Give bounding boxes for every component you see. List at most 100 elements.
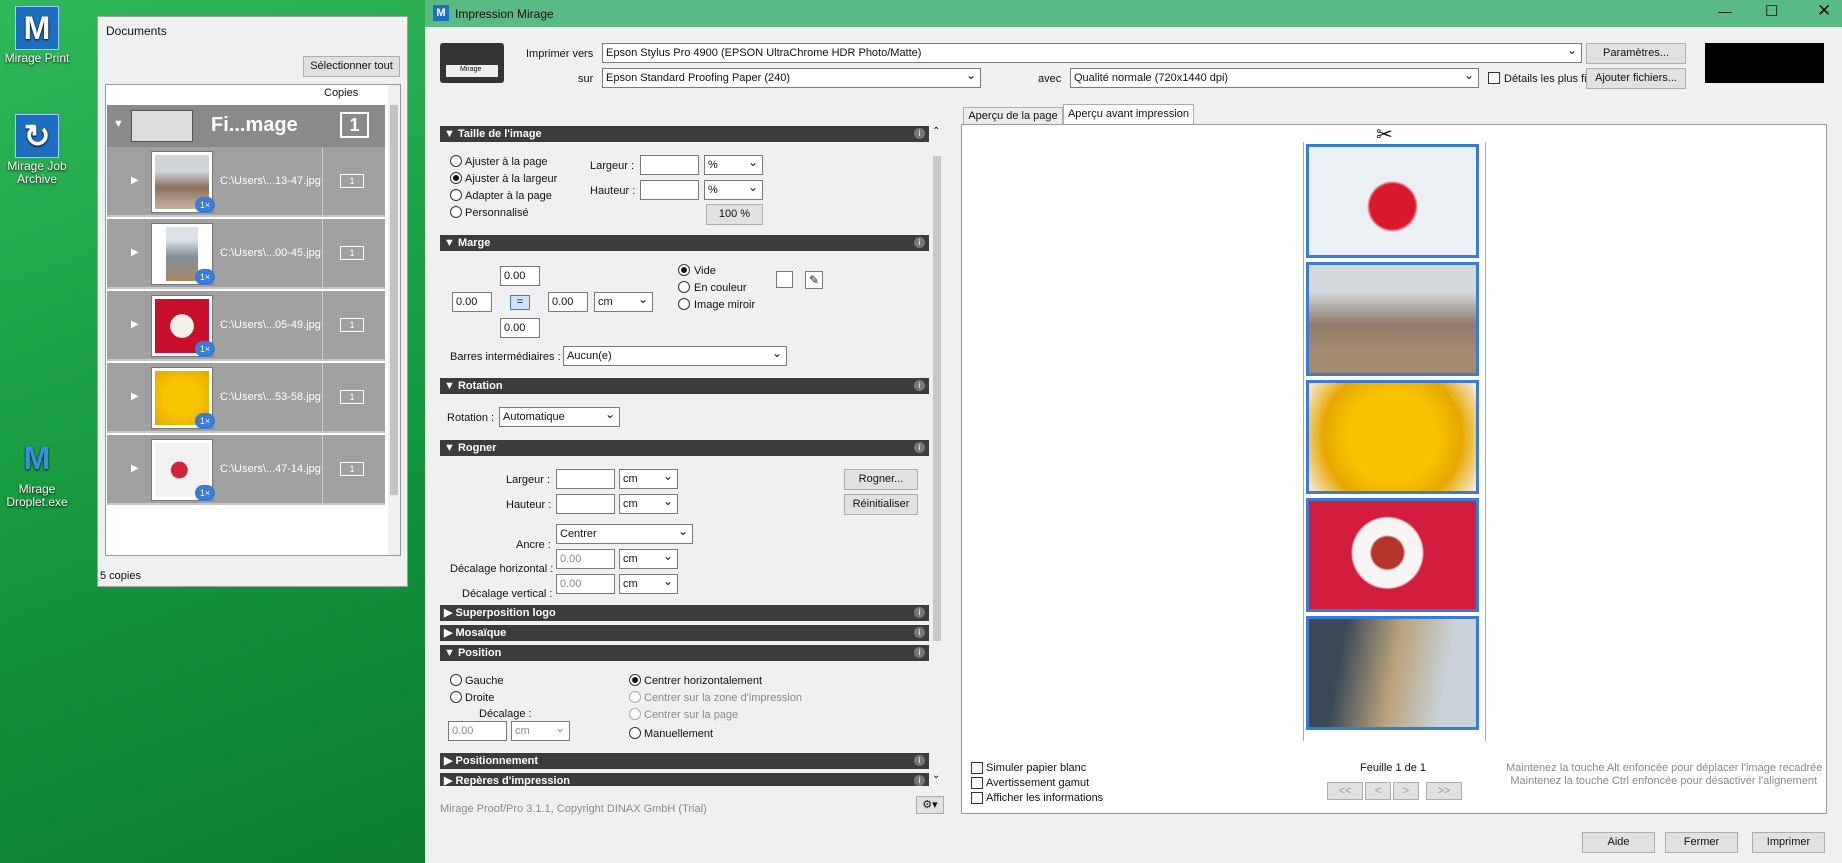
close-button[interactable]: Fermer	[1665, 832, 1738, 853]
margin-right-input[interactable]: 0.00	[548, 292, 588, 312]
info-icon[interactable]: i	[914, 647, 925, 658]
select-all-button[interactable]: Sélectionner tout	[303, 56, 400, 77]
width-input[interactable]	[640, 155, 699, 175]
simulate-paper-checkbox[interactable]	[971, 762, 983, 774]
section-placement[interactable]: ▶ Positionnement i	[440, 753, 929, 769]
info-icon[interactable]: i	[914, 627, 925, 638]
list-item[interactable]: ▶ 1× C:\Users\...00-45.jpg 1	[107, 219, 385, 289]
preview-image-mountains[interactable]	[1306, 262, 1479, 376]
margin-bottom-input[interactable]: 0.00	[500, 318, 540, 338]
copy-count[interactable]: 1	[340, 318, 364, 332]
quality-select[interactable]: Qualité normale (720x1440 dpi)	[1070, 68, 1479, 88]
next-page-button[interactable]: >	[1393, 782, 1419, 800]
radio-left[interactable]	[450, 674, 462, 686]
print-button[interactable]: Imprimer	[1752, 832, 1825, 853]
v-offset-input[interactable]: 0.00	[556, 574, 615, 594]
preview-image-coast[interactable]	[1306, 616, 1479, 730]
margin-top-input[interactable]: 0.00	[500, 266, 540, 286]
info-icon[interactable]: i	[914, 128, 925, 139]
h-offset-input[interactable]: 0.00	[556, 549, 615, 569]
section-image-size[interactable]: ▼ Taille de l'image i	[440, 126, 929, 142]
radio-color[interactable]	[678, 281, 690, 293]
margin-unit-select[interactable]: cm	[594, 292, 653, 312]
copy-count[interactable]: 1	[340, 390, 364, 404]
fine-detail-checkbox[interactable]	[1488, 72, 1500, 84]
margin-color-swatch[interactable]	[776, 271, 793, 288]
crop-height-input[interactable]	[556, 494, 615, 514]
maximize-icon[interactable]: ☐	[1765, 2, 1778, 20]
info-icon[interactable]: i	[914, 607, 925, 618]
scrollbar-thumb[interactable]	[390, 105, 398, 495]
show-info-checkbox[interactable]	[971, 792, 983, 804]
section-mosaic[interactable]: ▶ Mosaïque i	[440, 625, 929, 641]
scroll-down-icon[interactable]: ⌄	[932, 770, 940, 781]
radio-right[interactable]	[450, 691, 462, 703]
crop-height-unit[interactable]: cm	[619, 494, 678, 514]
eyedropper-icon[interactable]: ✎	[805, 271, 823, 289]
info-icon[interactable]: i	[914, 237, 925, 248]
position-offset-input[interactable]: 0.00	[448, 721, 507, 741]
copy-count[interactable]: 1	[340, 174, 364, 188]
scale-100-button[interactable]: 100 %	[706, 204, 763, 225]
add-files-button[interactable]: Ajouter fichiers...	[1586, 68, 1686, 89]
desktop-icon-mirage-print[interactable]: M Mirage Print	[2, 6, 72, 65]
expand-triangle-icon[interactable]: ▶	[131, 247, 139, 258]
list-item[interactable]: ▶ 1× C:\Users\...53-58.jpg 1	[107, 363, 385, 433]
desktop-icon-mirage-droplet[interactable]: M Mirage Droplet.exe	[2, 437, 72, 509]
radio-adapt-page[interactable]	[450, 189, 462, 201]
section-crop[interactable]: ▼ Rogner i	[440, 440, 929, 456]
list-item[interactable]: ▶ 1× C:\Users\...47-14.jpg 1	[107, 435, 385, 505]
height-input[interactable]	[640, 180, 699, 200]
crop-width-unit[interactable]: cm	[619, 469, 678, 489]
list-item[interactable]: ▶ 1× C:\Users\...13-47.jpg 1	[107, 147, 385, 217]
copy-count[interactable]: 1	[340, 462, 364, 476]
preview-image-yellow[interactable]	[1306, 380, 1479, 494]
expand-triangle-icon[interactable]: ▶	[131, 463, 139, 474]
list-scrollbar[interactable]	[388, 85, 400, 555]
group-row[interactable]: ▼ Fi...mage 1	[107, 105, 385, 147]
info-icon[interactable]: i	[914, 380, 925, 391]
preview-image-strawberry[interactable]	[1306, 144, 1479, 258]
expand-triangle-icon[interactable]: ▶	[131, 391, 139, 402]
scrollbar-thumb[interactable]	[933, 156, 941, 641]
info-icon[interactable]: i	[914, 755, 925, 766]
crop-button[interactable]: Rogner...	[844, 469, 918, 490]
anchor-select[interactable]: Centrer	[556, 524, 693, 544]
bars-select[interactable]: Aucun(e)	[563, 346, 787, 366]
info-icon[interactable]: i	[914, 775, 925, 786]
expand-triangle-icon[interactable]: ▶	[131, 319, 139, 330]
position-offset-unit[interactable]: cm	[511, 721, 570, 741]
radio-manual[interactable]	[629, 727, 641, 739]
v-offset-unit[interactable]: cm	[619, 574, 678, 594]
prev-page-button[interactable]: <	[1365, 782, 1391, 800]
gear-icon[interactable]: ⚙▾	[916, 796, 944, 814]
section-position[interactable]: ▼ Position i	[440, 645, 929, 661]
height-unit-select[interactable]: %	[704, 180, 763, 200]
width-unit-select[interactable]: %	[704, 155, 763, 175]
close-icon[interactable]: ✕	[1817, 1, 1831, 21]
radio-center-print-area[interactable]	[629, 691, 641, 703]
h-offset-unit[interactable]: cm	[619, 549, 678, 569]
list-item[interactable]: ▶ 1× C:\Users\...05-49.jpg 1	[107, 291, 385, 361]
minimize-icon[interactable]: —	[1718, 3, 1732, 19]
section-logo-overlay[interactable]: ▶ Superposition logo i	[440, 605, 929, 621]
last-page-button[interactable]: >>	[1426, 782, 1462, 800]
info-icon[interactable]: i	[914, 442, 925, 453]
radio-fit-page[interactable]	[450, 155, 462, 167]
first-page-button[interactable]: <<	[1327, 782, 1363, 800]
group-count[interactable]: 1	[340, 112, 369, 138]
help-button[interactable]: Aide	[1582, 832, 1655, 853]
reset-button[interactable]: Réinitialiser	[844, 494, 918, 515]
tab-print-preview[interactable]: Aperçu avant impression	[1063, 104, 1194, 125]
section-print-marks[interactable]: ▶ Repères d'impression i	[440, 773, 929, 786]
margin-left-input[interactable]: 0.00	[452, 292, 492, 312]
expand-triangle-icon[interactable]: ▶	[131, 175, 139, 186]
radio-mirror[interactable]	[678, 298, 690, 310]
printer-select[interactable]: Epson Stylus Pro 4900 (EPSON UltraChrome…	[602, 43, 1582, 63]
collapse-triangle-icon[interactable]: ▼	[113, 118, 124, 130]
radio-fit-width[interactable]	[450, 172, 462, 184]
settings-button[interactable]: Paramètres...	[1586, 43, 1686, 64]
rotation-select[interactable]: Automatique	[499, 407, 620, 427]
scroll-up-icon[interactable]: ⌃	[932, 126, 940, 137]
radio-empty[interactable]	[678, 264, 690, 276]
